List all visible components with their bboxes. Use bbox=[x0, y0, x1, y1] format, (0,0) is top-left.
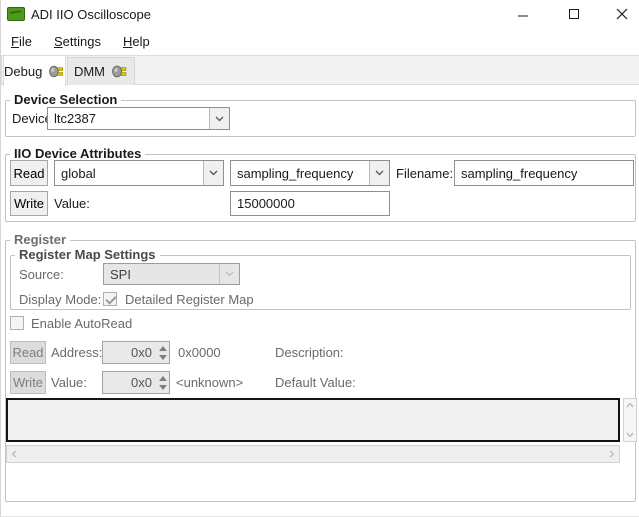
value-spinbox-value: 0x0 bbox=[103, 372, 156, 393]
register-title: Register bbox=[10, 232, 70, 247]
minimize-icon bbox=[517, 8, 529, 20]
filename-label: Filename: bbox=[396, 166, 453, 181]
register-map-panel bbox=[6, 398, 620, 442]
tab-dmm[interactable]: DMM bbox=[67, 57, 135, 85]
chevron-down-icon[interactable] bbox=[369, 161, 389, 185]
device-combobox[interactable]: ltc2387 bbox=[47, 107, 230, 130]
chevron-down-icon[interactable] bbox=[203, 161, 223, 185]
spin-down-icon[interactable] bbox=[159, 355, 167, 360]
attr-write-button[interactable]: Write bbox=[10, 191, 48, 216]
device-label: Device bbox=[12, 111, 52, 126]
register-value-label: Value: bbox=[51, 375, 87, 390]
attr-name-combobox[interactable]: sampling_frequency bbox=[230, 160, 390, 186]
default-value-label: Default Value: bbox=[275, 375, 356, 390]
title-bar: ADI IIO Oscilloscope bbox=[1, 0, 639, 28]
source-label: Source: bbox=[19, 267, 64, 282]
tab-debug-label: Debug bbox=[4, 64, 42, 79]
scroll-up-icon[interactable] bbox=[626, 402, 634, 408]
close-button[interactable] bbox=[607, 4, 637, 24]
address-readout: 0x0000 bbox=[178, 345, 221, 360]
window-title: ADI IIO Oscilloscope bbox=[31, 7, 151, 22]
register-group: Register Register Map Settings Source: S… bbox=[5, 240, 636, 502]
tab-strip: Debug DMM bbox=[1, 55, 639, 85]
menu-settings[interactable]: Settings bbox=[52, 32, 103, 51]
value-readout: <unknown> bbox=[176, 375, 243, 390]
iio-attributes-group: IIO Device Attributes Read global sampli… bbox=[5, 154, 636, 222]
menu-file[interactable]: File bbox=[9, 32, 34, 51]
app-window: ADI IIO Oscilloscope File Settings Help … bbox=[0, 0, 639, 517]
device-selection-title: Device Selection bbox=[10, 92, 121, 107]
filename-input[interactable] bbox=[454, 160, 634, 186]
oscilloscope-app-icon bbox=[7, 7, 25, 21]
tab-dmm-label: DMM bbox=[74, 64, 105, 79]
chevron-down-icon[interactable] bbox=[209, 108, 229, 129]
register-map-settings-title: Register Map Settings bbox=[15, 247, 160, 262]
scroll-down-icon[interactable] bbox=[626, 432, 634, 438]
minimize-button[interactable] bbox=[508, 4, 538, 24]
spin-down-icon[interactable] bbox=[159, 385, 167, 390]
attr-group-combobox-value: global bbox=[55, 161, 203, 185]
register-map-settings-group: Register Map Settings Source: SPI Displa… bbox=[10, 255, 631, 310]
menu-bar: File Settings Help bbox=[1, 28, 639, 55]
spin-up-icon[interactable] bbox=[159, 376, 167, 381]
vertical-scrollbar[interactable] bbox=[623, 398, 637, 442]
enable-autoread-checkbox[interactable] bbox=[10, 316, 24, 330]
value-spinbox[interactable]: 0x0 bbox=[102, 371, 170, 394]
maximize-icon bbox=[568, 8, 580, 20]
attr-name-combobox-value: sampling_frequency bbox=[231, 161, 369, 185]
iio-attributes-title: IIO Device Attributes bbox=[10, 146, 145, 161]
address-label: Address: bbox=[51, 345, 102, 360]
tab-debug[interactable]: Debug bbox=[3, 55, 66, 86]
attr-value-label: Value: bbox=[54, 196, 90, 211]
menu-help[interactable]: Help bbox=[121, 32, 152, 51]
plug-icon bbox=[112, 65, 128, 78]
chevron-down-icon bbox=[219, 264, 239, 284]
register-read-button[interactable]: Read bbox=[10, 341, 46, 364]
maximize-button[interactable] bbox=[559, 4, 589, 24]
source-combobox-value: SPI bbox=[104, 264, 219, 284]
enable-autoread-label: Enable AutoRead bbox=[31, 316, 132, 331]
display-mode-label: Display Mode: bbox=[19, 292, 101, 307]
device-selection-group: Device Selection Device ltc2387 bbox=[5, 100, 636, 137]
attr-group-combobox[interactable]: global bbox=[54, 160, 224, 186]
description-label: Description: bbox=[275, 345, 344, 360]
register-write-button[interactable]: Write bbox=[10, 371, 46, 394]
close-icon bbox=[616, 8, 628, 20]
address-spinbox-value: 0x0 bbox=[103, 342, 156, 363]
scroll-right-icon[interactable] bbox=[609, 450, 615, 458]
detailed-register-map-label: Detailed Register Map bbox=[125, 292, 254, 307]
scroll-left-icon[interactable] bbox=[11, 450, 17, 458]
detailed-register-map-checkbox[interactable] bbox=[103, 292, 117, 306]
address-spinbox[interactable]: 0x0 bbox=[102, 341, 170, 364]
attr-value-input[interactable] bbox=[230, 191, 390, 216]
device-combobox-value: ltc2387 bbox=[48, 108, 209, 129]
plug-icon bbox=[49, 65, 65, 78]
attr-read-button[interactable]: Read bbox=[10, 160, 48, 186]
source-combobox[interactable]: SPI bbox=[103, 263, 240, 285]
spin-up-icon[interactable] bbox=[159, 346, 167, 351]
horizontal-scrollbar[interactable] bbox=[6, 445, 620, 463]
